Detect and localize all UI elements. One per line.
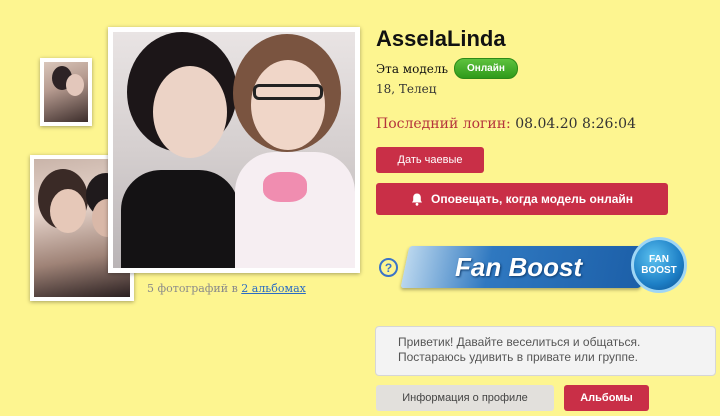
profile-photo	[113, 32, 355, 268]
tab-profile-info[interactable]: Информация о профиле	[376, 385, 554, 411]
model-name: AsselaLinda	[376, 26, 506, 51]
fanboost-badge: FAN BOOST	[631, 237, 687, 293]
bio-bubble: Приветик! Давайте веселиться и общаться.…	[375, 326, 716, 376]
notify-label: Оповещать, когда модель онлайн	[430, 192, 634, 206]
fanboost-badge-line1: FAN	[649, 254, 669, 265]
age-sign: 18, Телец	[376, 82, 437, 96]
status-line: Эта модель Онлайн	[376, 58, 518, 79]
tip-button[interactable]: Дать чаевые	[376, 147, 484, 173]
albums-link[interactable]: 2 альбомах	[241, 282, 306, 295]
gallery-caption: 5 фотографий в 2 альбомах	[147, 282, 306, 295]
bio-line: Приветик! Давайте веселиться и общаться.	[398, 335, 641, 349]
last-login-label: Последний логин:	[376, 116, 511, 132]
gallery-thumbnail[interactable]	[40, 58, 92, 126]
bio-line: Постараюсь удивить в привате или группе.	[398, 350, 638, 364]
last-login: Последний логин: 08.04.20 8:26:04	[376, 116, 636, 132]
thumbnail-photo	[44, 62, 88, 122]
bell-icon	[411, 193, 422, 206]
online-badge: Онлайн	[454, 58, 518, 79]
fanboost-badge-line2: BOOST	[641, 265, 677, 276]
help-icon[interactable]: ?	[379, 258, 398, 277]
tab-albums[interactable]: Альбомы	[564, 385, 649, 411]
last-login-value: 08.04.20 8:26:04	[515, 116, 636, 132]
photo-count-text: 5 фотографий в	[147, 282, 238, 295]
model-label: Эта модель	[376, 61, 448, 76]
notify-online-button[interactable]: Оповещать, когда модель онлайн	[376, 183, 668, 215]
fanboost-text: Fan Boost	[455, 252, 583, 282]
main-profile-photo[interactable]	[108, 27, 360, 273]
